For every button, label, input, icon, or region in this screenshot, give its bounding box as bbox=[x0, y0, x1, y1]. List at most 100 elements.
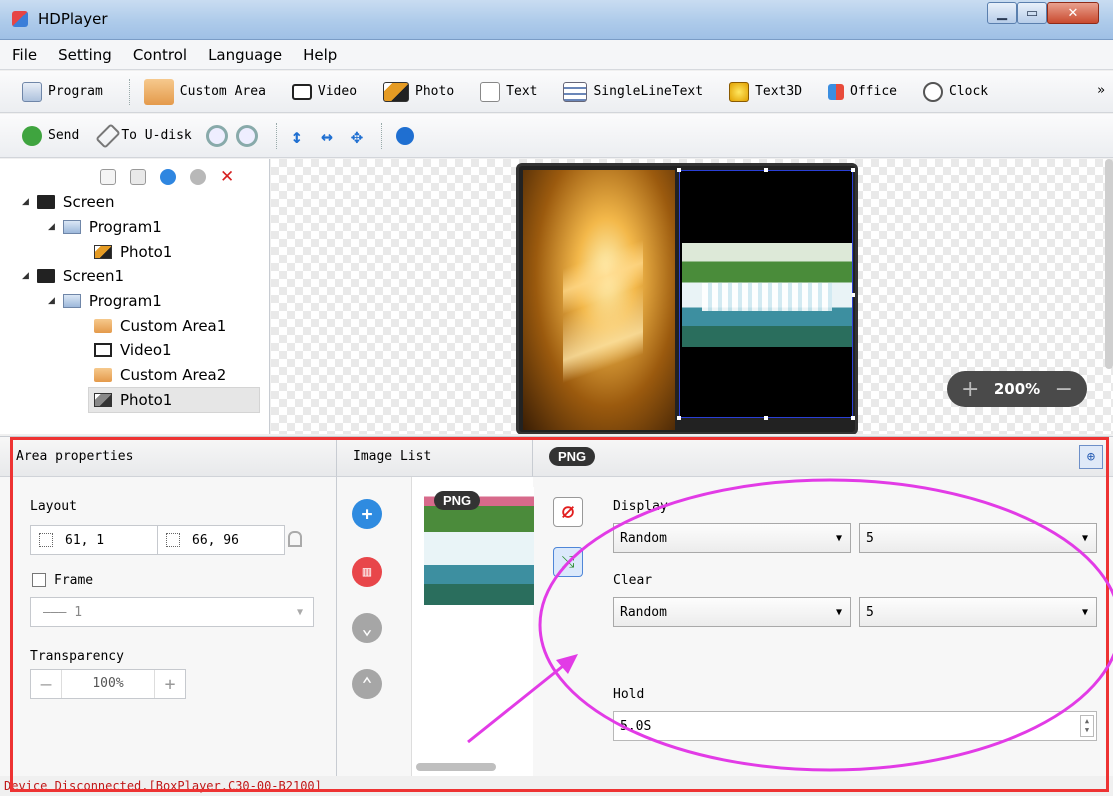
image-thumbnails: PNG bbox=[411, 477, 534, 777]
tree-node-photo1-selected[interactable]: Photo1 bbox=[94, 388, 172, 412]
zoom-out-button[interactable]: − bbox=[1055, 377, 1073, 402]
zoom-in-button[interactable]: + bbox=[961, 377, 979, 402]
delete-image-button[interactable]: ▥ bbox=[352, 557, 382, 587]
custom-area-button[interactable]: Custom Area bbox=[143, 78, 266, 105]
preview-play-icon[interactable] bbox=[395, 126, 414, 145]
text3d-button[interactable]: Text3D bbox=[729, 81, 802, 102]
custom-area-preview[interactable] bbox=[523, 170, 675, 430]
tree-node-custom-area2[interactable]: Custom Area2 bbox=[94, 363, 226, 387]
selected-photo-area[interactable] bbox=[677, 168, 855, 420]
move-down-icon[interactable] bbox=[190, 169, 206, 185]
chevron-down-icon: ▼ bbox=[296, 606, 303, 618]
maximize-button[interactable]: ▭ bbox=[1017, 2, 1047, 24]
video-button[interactable]: Video bbox=[291, 83, 357, 100]
decrement-button[interactable]: — bbox=[31, 670, 61, 698]
zoom-level: 200% bbox=[993, 380, 1041, 398]
expand-toggle-icon[interactable]: ◢ bbox=[48, 222, 55, 232]
display-label: Display bbox=[613, 499, 668, 514]
fit-screen-icon[interactable]: ⊕ bbox=[1079, 444, 1103, 469]
expand-toggle-icon[interactable]: ◢ bbox=[48, 296, 55, 306]
video-icon bbox=[94, 343, 112, 357]
resize-handle[interactable] bbox=[764, 416, 768, 420]
resize-handle[interactable] bbox=[677, 416, 681, 420]
clock-icon bbox=[923, 81, 943, 102]
tree-node-label: Screen1 bbox=[62, 267, 125, 285]
frame-label: Frame bbox=[54, 573, 94, 588]
tree-node-video1[interactable]: Video1 bbox=[94, 338, 172, 362]
to-udisk-button[interactable]: To U-disk bbox=[95, 122, 192, 149]
display-speed-select[interactable]: 5 ▼ bbox=[859, 523, 1097, 553]
frame-checkbox[interactable] bbox=[32, 573, 46, 587]
menu-control[interactable]: Control bbox=[133, 46, 187, 64]
area-properties-title: Area properties bbox=[16, 449, 134, 464]
tree-node-screen1[interactable]: ◢ Screen1 bbox=[22, 264, 124, 288]
menu-bar: File Setting Control Language Help bbox=[0, 40, 1113, 70]
menu-help[interactable]: Help bbox=[303, 46, 337, 64]
send-button[interactable]: Send bbox=[22, 125, 79, 146]
fit-horizontal-icon[interactable]: ↔ bbox=[321, 124, 333, 148]
image-thumbnail[interactable]: PNG bbox=[424, 487, 534, 605]
minimize-button[interactable]: ▁ bbox=[987, 2, 1017, 24]
zoom-in-icon[interactable] bbox=[205, 124, 228, 147]
menu-file[interactable]: File bbox=[12, 46, 37, 64]
toolbar-separator bbox=[128, 78, 130, 105]
resize-handle[interactable] bbox=[764, 168, 768, 172]
frame-style-select[interactable]: ——— 1 ▼ bbox=[30, 597, 314, 627]
resize-handle[interactable] bbox=[851, 416, 855, 420]
toolbar-overflow-button[interactable]: » bbox=[1097, 83, 1105, 98]
resize-handle[interactable] bbox=[851, 168, 855, 172]
preview-canvas[interactable]: + 200% − bbox=[271, 159, 1113, 434]
fit-both-icon[interactable]: ✥ bbox=[351, 124, 363, 148]
office-button[interactable]: Office bbox=[828, 83, 897, 100]
close-button[interactable]: ✕ bbox=[1047, 2, 1099, 24]
copy-icon[interactable] bbox=[100, 169, 116, 185]
menu-language[interactable]: Language bbox=[208, 46, 282, 64]
transparency-value[interactable]: 100% bbox=[61, 670, 155, 698]
tree-node-label: Video1 bbox=[120, 341, 172, 359]
tree-node-custom-area1[interactable]: Custom Area1 bbox=[94, 314, 226, 338]
display-effect-select[interactable]: Random ▼ bbox=[613, 523, 851, 553]
hold-spinner[interactable]: ▲ ▼ bbox=[1080, 715, 1094, 737]
program-icon bbox=[22, 81, 42, 102]
tree-node-photo1[interactable]: Photo1 bbox=[94, 240, 172, 264]
clear-speed-select[interactable]: 5 ▼ bbox=[859, 597, 1097, 627]
lock-icon[interactable] bbox=[288, 531, 302, 547]
hold-time-input[interactable]: 5.0S ▲ ▼ bbox=[613, 711, 1097, 741]
position-field[interactable]: 61, 1 bbox=[30, 525, 158, 555]
size-field[interactable]: 66, 96 bbox=[157, 525, 285, 555]
clear-effect-select[interactable]: Random ▼ bbox=[613, 597, 851, 627]
tree-node-label: Custom Area2 bbox=[120, 366, 227, 384]
shuffle-effect-icon[interactable]: ⤭ bbox=[553, 547, 583, 577]
photo-button[interactable]: Photo bbox=[383, 81, 454, 102]
increment-button[interactable]: + bbox=[155, 670, 185, 698]
custom-area-icon bbox=[143, 78, 174, 105]
transparency-stepper: — 100% + bbox=[30, 669, 186, 699]
zoom-out-icon[interactable] bbox=[235, 124, 258, 147]
add-image-button[interactable]: + bbox=[352, 499, 382, 529]
no-effect-icon[interactable]: ∅ bbox=[553, 497, 583, 527]
move-up-icon[interactable] bbox=[160, 169, 176, 185]
menu-setting[interactable]: Setting bbox=[58, 46, 112, 64]
resize-handle[interactable] bbox=[677, 168, 681, 172]
fit-vertical-icon[interactable]: ↕ bbox=[291, 124, 303, 148]
canvas-scrollbar[interactable] bbox=[1105, 159, 1113, 369]
image-list-header: Image List bbox=[337, 437, 533, 477]
clock-button[interactable]: Clock bbox=[923, 81, 988, 102]
thumbnail-scrollbar[interactable] bbox=[416, 763, 496, 771]
tree-node-program1[interactable]: ◢ Program1 bbox=[48, 289, 162, 313]
program-button[interactable]: Program bbox=[22, 81, 103, 102]
tree-node-program1[interactable]: ◢ Program1 bbox=[48, 215, 162, 239]
text-button[interactable]: Text bbox=[480, 81, 537, 102]
custom-area-icon bbox=[94, 368, 112, 382]
move-down-button[interactable]: ⌄ bbox=[352, 613, 382, 643]
delete-icon[interactable]: ✕ bbox=[220, 169, 234, 186]
expand-toggle-icon[interactable]: ◢ bbox=[22, 271, 29, 281]
move-up-button[interactable]: ⌃ bbox=[352, 669, 382, 699]
connection-status: Device Disconnected.[BoxPlayer.C30-00-B2… bbox=[4, 779, 322, 793]
tree-node-screen[interactable]: ◢ Screen bbox=[22, 190, 115, 214]
single-line-text-button[interactable]: SingleLineText bbox=[563, 81, 703, 102]
paste-icon[interactable] bbox=[130, 169, 146, 185]
hold-time-value: 5.0S bbox=[620, 718, 652, 734]
tree-node-label: Photo1 bbox=[120, 243, 173, 261]
expand-toggle-icon[interactable]: ◢ bbox=[22, 197, 29, 207]
